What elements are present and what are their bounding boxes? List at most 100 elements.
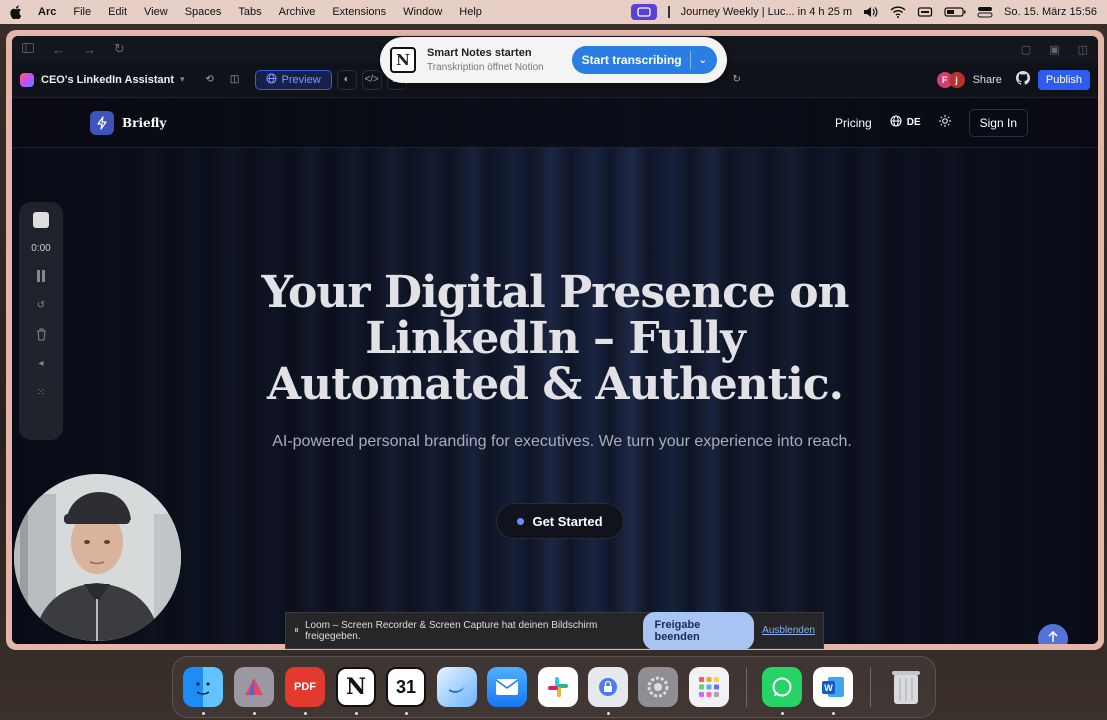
menu-app-name[interactable]: Arc [38,6,56,18]
webcam-person-image [14,474,181,641]
hero-subtitle: AI-powered personal branding for executi… [272,433,852,450]
panel-toggle-icon[interactable]: ◫ [225,70,245,90]
palette-icon[interactable]: ◐ [336,69,357,90]
menu-window[interactable]: Window [403,6,442,18]
stop-recording-icon[interactable] [33,212,49,228]
globe-icon [265,72,277,87]
webcam-bubble[interactable] [14,474,181,641]
share-status-text: Loom – Screen Recorder & Screen Capture … [305,619,598,642]
notion-notification: N Smart Notes starten Transkription öffn… [380,37,727,83]
trash-icon[interactable] [886,667,926,707]
display-icon[interactable] [917,6,933,18]
hide-link[interactable]: Ausblenden [762,625,815,636]
notion-calendar-icon[interactable]: 31 [386,667,426,707]
get-started-label: Get Started [532,513,603,529]
github-icon[interactable] [1015,70,1031,88]
notion-logo-icon: N [390,47,416,73]
whatsapp-icon[interactable] [762,667,802,707]
calendar-event-text[interactable]: Journey Weekly | Luc... in 4 h 25 m [681,6,852,18]
split-view-icon[interactable]: ◫ [1078,43,1088,56]
start-transcribing-label: Start transcribing [581,53,682,67]
theme-toggle-sun-icon[interactable] [938,115,951,130]
pause-icon[interactable]: ⏸ [294,625,299,636]
cta-dot-icon [517,517,525,525]
volume-icon[interactable] [863,6,879,18]
mail-icon[interactable] [487,667,527,707]
finder-icon[interactable] [183,667,223,707]
password-app-icon[interactable] [588,667,628,707]
reload-icon[interactable]: ↻ [114,41,125,57]
menu-tabs[interactable]: Tabs [238,6,261,18]
screen-share-bar: ⏸ Loom – Screen Recorder & Screen Captur… [285,611,824,650]
pause-icon[interactable] [34,269,48,283]
share-button[interactable]: Share [973,74,1002,86]
notion-icon[interactable]: N [336,667,376,707]
back-arrow-icon[interactable]: ← [52,42,65,57]
restart-icon[interactable]: ↺ [34,298,48,312]
svg-text:W: W [824,683,833,693]
sidebar-toggle-icon[interactable] [22,40,34,58]
nav-pricing-link[interactable]: Pricing [835,116,872,130]
stop-sharing-button[interactable]: Freigabe beenden [643,611,755,650]
get-started-button[interactable]: Get Started [496,503,624,539]
forward-arrow-icon[interactable]: → [83,42,96,57]
code-icon[interactable]: </> [361,69,382,90]
trash-icon[interactable] [34,327,48,341]
menu-spaces[interactable]: Spaces [185,6,222,18]
loom-recording-controls: 0:00 ↺ ◂ ⁙ [19,202,63,440]
site-navbar: Briefly Pricing DE Sign In [12,98,1098,148]
lovable-logo-icon [20,72,34,87]
arrow-up-icon [1047,630,1059,644]
brand-name[interactable]: Briefly [122,116,166,130]
menu-extensions[interactable]: Extensions [332,6,386,18]
menubar: Arc File Edit View Spaces Tabs Archive E… [0,0,1107,24]
menu-edit[interactable]: Edit [108,6,127,18]
dock: PDF N 31 W [172,656,936,718]
language-label: DE [906,117,921,128]
system-settings-icon[interactable] [638,667,678,707]
lightning-icon[interactable] [90,110,114,135]
word-icon[interactable]: W [813,667,853,707]
notification-subtitle: Transkription öffnet Notion [427,62,544,73]
start-transcribing-button[interactable]: Start transcribing ⌄ [571,46,717,74]
avatar[interactable]: j [948,71,965,88]
pdf-expert-icon[interactable]: PDF [285,667,325,707]
menu-view[interactable]: View [144,6,168,18]
calendar-event-icon [667,6,670,18]
swift-playgrounds-icon[interactable] [437,667,477,707]
tabs-icon[interactable]: ▣ [1049,43,1059,56]
slack-icon[interactable] [538,667,578,707]
globe-icon [890,115,902,130]
preview-label: Preview [281,73,321,86]
history-icon[interactable]: ⟲ [200,70,220,90]
chat-icon[interactable]: ▢ [1021,43,1031,56]
menu-file[interactable]: File [73,6,91,18]
launchpad-icon[interactable] [689,667,729,707]
refresh-icon[interactable]: ↻ [727,70,747,90]
preview-button[interactable]: Preview [254,69,332,90]
language-switcher[interactable]: DE [890,115,921,130]
notification-title: Smart Notes starten [427,47,532,59]
hero-title: Your Digital Presence on LinkedIn – Full… [12,270,1098,408]
hero-title-line: LinkedIn – Fully [365,313,746,364]
clock[interactable]: So. 15. März 15:56 [1004,6,1097,18]
more-options-icon[interactable]: ⁙ [34,385,48,399]
recording-timer: 0:00 [31,243,51,254]
project-name[interactable]: CEO's LinkedIn Assistant [41,74,174,86]
apple-icon[interactable] [10,5,24,19]
wifi-icon[interactable] [890,6,906,18]
menu-archive[interactable]: Archive [279,6,316,18]
sign-in-button[interactable]: Sign In [968,108,1028,137]
hero-title-line: Automated & Authentic. [267,359,844,410]
chevron-down-icon[interactable]: ⌄ [699,55,707,66]
minimize-controls-icon[interactable]: ◂ [34,356,48,370]
battery-icon[interactable] [944,6,966,18]
chevron-down-icon[interactable]: ▾ [180,74,185,85]
menu-help[interactable]: Help [459,6,482,18]
publish-button[interactable]: Publish [1037,69,1090,90]
screen-record-icon[interactable] [630,4,657,20]
affinity-icon[interactable] [234,667,274,707]
hero-title-line: Your Digital Presence on [261,267,849,318]
scroll-to-top-button[interactable] [1038,624,1068,644]
control-center-icon[interactable] [977,6,993,18]
